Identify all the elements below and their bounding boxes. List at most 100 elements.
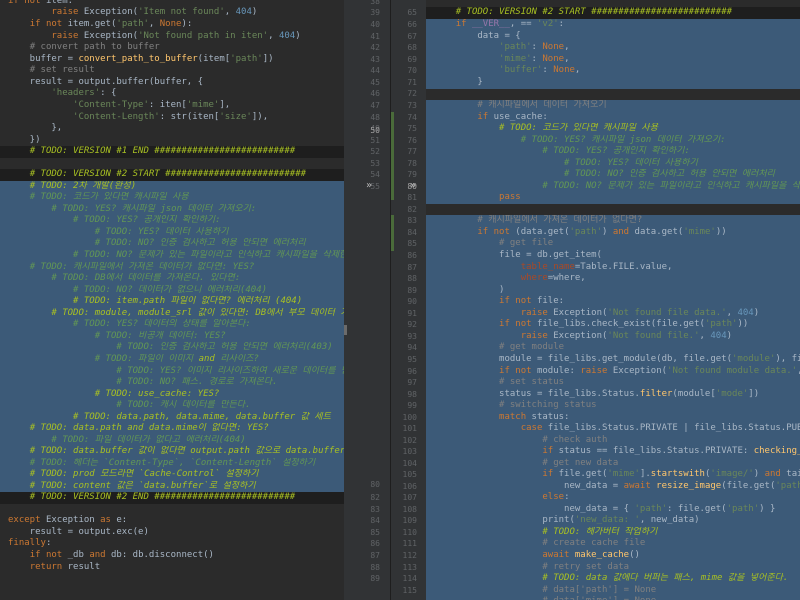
code-line[interactable]: # get new data	[426, 458, 800, 470]
right-code-pane[interactable]: # TODO: VERSION #2 START ###############…	[426, 0, 800, 600]
code-line[interactable]: # TODO: 캐시 데이터를 만든다.	[0, 400, 344, 412]
code-line[interactable]: # TODO: data.path, data.mime, data.buffe…	[0, 412, 344, 424]
expand-arrow-icon[interactable]: »	[410, 180, 416, 191]
code-line[interactable]: # TODO: YES? 데이터 사용하기	[426, 158, 800, 170]
code-line[interactable]: # TODO: VERSION #2 START ###############…	[0, 169, 344, 181]
code-line[interactable]: )	[426, 285, 800, 297]
code-line[interactable]: 'buffer': None,	[426, 65, 800, 77]
code-line[interactable]: # TODO: 2차 개발(완성)	[0, 181, 344, 193]
code-line[interactable]: if not module: raise Exception('Not foun…	[426, 366, 800, 378]
code-line[interactable]: pass	[426, 192, 800, 204]
code-line[interactable]: 'path': None,	[426, 42, 800, 54]
code-line[interactable]: if file.get('mime'].startswith('image/')…	[426, 469, 800, 481]
code-line[interactable]: where=where,	[426, 273, 800, 285]
code-line[interactable]: })	[0, 135, 344, 147]
code-line[interactable]: if not file:	[426, 296, 800, 308]
code-line[interactable]: # set result	[0, 65, 344, 77]
code-line[interactable]: # get module	[426, 342, 800, 354]
code-line[interactable]: }	[426, 77, 800, 89]
expand-arrow-icon[interactable]: »	[366, 180, 372, 191]
code-line[interactable]: 'Content-Length': str(iten['size']),	[0, 112, 344, 124]
code-line[interactable]: # data['mime'] = None	[426, 596, 800, 600]
code-line[interactable]: # TODO: use_cache: YES?	[0, 389, 344, 401]
code-line[interactable]: # switching status	[426, 400, 800, 412]
code-line[interactable]: if not file_libs.check_exist(file.get('p…	[426, 319, 800, 331]
code-line[interactable]: raise Exception('Not found path in iten'…	[0, 31, 344, 43]
code-line[interactable]: # check auth	[426, 435, 800, 447]
code-line[interactable]: # TODO: VERSION #2 END #################…	[0, 492, 344, 504]
code-line[interactable]: if not _db and db: db.disconnect()	[0, 550, 344, 562]
code-line[interactable]: raise Exception('Not found file.', 404)	[426, 331, 800, 343]
code-line[interactable]: data = {	[426, 31, 800, 43]
code-line[interactable]: # TODO: 코드가 있다면 캐시파일 사용	[0, 192, 344, 204]
code-line[interactable]: buffer = convert_path_to_buffer(item['pa…	[0, 54, 344, 66]
code-line[interactable]: # TODO: 인증 검사하고 허용 안되면 에러처리(403)	[0, 342, 344, 354]
code-line[interactable]: # TODO: NO? 문제가 있는 파일이라고 인식하고 캐시파일을 삭제한다…	[426, 181, 800, 193]
code-line[interactable]: else:	[426, 492, 800, 504]
code-line[interactable]: # TODO: 캐시파일에서 가져온 데이터가 없다면: YES?	[0, 262, 344, 274]
code-line[interactable]: await make_cache()	[426, 550, 800, 562]
code-line[interactable]: if status == file_libs.Status.PRIVATE: c…	[426, 446, 800, 458]
code-line[interactable]: result = output.exc(e)	[0, 527, 344, 539]
code-line[interactable]: # TODO: YES? 캐시파일 json 데이터 가져오기:	[0, 204, 344, 216]
code-line[interactable]: status = file_libs.Status.filter(module[…	[426, 389, 800, 401]
code-line[interactable]: 'Content-Type': iten['mime'],	[0, 100, 344, 112]
code-line[interactable]: # 캐시파일에서 가져온 데이터가 없다면?	[426, 215, 800, 227]
code-line[interactable]: # TODO: VERSION #2 START ###############…	[426, 7, 800, 19]
code-line[interactable]: # TODO: NO? 데이터가 없으니 에러처리(404)	[0, 285, 344, 297]
code-line[interactable]: except Exception as e:	[0, 515, 344, 527]
code-line[interactable]: # 캐시파일에서 데이터 가져오기	[426, 100, 800, 112]
code-line[interactable]: # TODO: NO? 인증 검사하고 허용 안되면 에러처리	[0, 238, 344, 250]
code-line[interactable]: # TODO: VERSION #1 END #################…	[0, 146, 344, 158]
code-line[interactable]: case file_libs.Status.PRIVATE | file_lib…	[426, 423, 800, 435]
code-line[interactable]: 'headers': {	[0, 88, 344, 100]
code-line[interactable]: # retry set data	[426, 562, 800, 574]
code-line[interactable]: # TODO: 파일이 이미지 and 리사이즈?	[0, 354, 344, 366]
code-line[interactable]: # TODO: NO? 인증 검사하고 허용 안되면 에러처리	[426, 169, 800, 181]
code-line[interactable]: return result	[0, 562, 344, 574]
code-line[interactable]: 'mime': None,	[426, 54, 800, 66]
code-line[interactable]: if use_cache:	[426, 112, 800, 124]
code-line[interactable]: if not item.get('path', None):	[0, 19, 344, 31]
code-line[interactable]: # data['path'] = None	[426, 585, 800, 597]
code-line[interactable]: # TODO: YES? 데이터 사용하기	[0, 227, 344, 239]
code-line[interactable]: raise Exception('Item not found', 404)	[0, 7, 344, 19]
code-line[interactable]: # TODO: data 값에다 버퍼는 패스, mime 값을 넣어준다.	[426, 573, 800, 585]
code-line[interactable]: # TODO: YES? 캐시파일 json 데이터 가져오기:	[426, 135, 800, 147]
code-line[interactable]: # TODO: YES? 이미지 리사이즈하여 새로운 데이터를 만든다.	[0, 366, 344, 378]
code-line[interactable]: # TODO: item.path 파일이 없다면? 에러처리 (404)	[0, 296, 344, 308]
code-line[interactable]: # get file	[426, 238, 800, 250]
code-line[interactable]: # TODO: NO? 문제가 있는 파일이라고 인식하고 캐시파일을 삭제한다…	[0, 250, 344, 262]
code-line[interactable]: # TODO: YES? 공개인지 확인하기:	[426, 146, 800, 158]
code-line[interactable]: # convert path to buffer	[0, 42, 344, 54]
code-line[interactable]: # TODO: DB에서 데이터를 가져온다. 있다면:	[0, 273, 344, 285]
code-line[interactable]: file = db.get_item(	[426, 250, 800, 262]
code-line[interactable]: raise Exception('Not found file data.', …	[426, 308, 800, 320]
code-line[interactable]: result = output.buffer(buffer, {	[0, 77, 344, 89]
code-line[interactable]: module = file_libs.get_module(db, file.g…	[426, 354, 800, 366]
code-line[interactable]: # TODO: prod 모드라면 `Cache-Control` 설정하기	[0, 469, 344, 481]
code-line[interactable]: print('new_data: ', new_data)	[426, 515, 800, 527]
code-line[interactable]: # TODO: content 값은 `data.buffer`로 설정하기	[0, 481, 344, 493]
code-line[interactable]: new_data = { 'path': file.get('path') }	[426, 504, 800, 516]
code-line[interactable]: # create cache file	[426, 538, 800, 550]
code-line[interactable]: # TODO: data.buffer 값이 없다면 output.path 값…	[0, 446, 344, 458]
code-line[interactable]: },	[0, 123, 344, 135]
code-line[interactable]: # TODO: NO? 패스. 경로로 가져온다.	[0, 377, 344, 389]
code-line[interactable]: # TODO: 파일 데이터가 없다고 에러처리(404)	[0, 435, 344, 447]
code-line[interactable]: if __VER__, == 'v2':	[426, 19, 800, 31]
code-line[interactable]: # TODO: 비공개 데이터: YES?	[0, 331, 344, 343]
left-code-pane[interactable]: if not item: raise Exception('Item not f…	[0, 0, 344, 600]
code-line[interactable]: # set status	[426, 377, 800, 389]
code-line[interactable]: # TODO: 헤가버터 작업하기	[426, 527, 800, 539]
code-line[interactable]: table_name=Table.FILE.value,	[426, 262, 800, 274]
code-line[interactable]: # TODO: module, module_srl 값이 있다면: DB에서 …	[0, 308, 344, 320]
code-line[interactable]: finally:	[0, 538, 344, 550]
code-line[interactable]: match status:	[426, 412, 800, 424]
code-line[interactable]: # TODO: 헤더는 `Content-Type`, `Content-Len…	[0, 458, 344, 470]
code-line[interactable]: if not (data.get('path') and data.get('m…	[426, 227, 800, 239]
code-line[interactable]: # TODO: 코드가 있다면 캐시파일 사용	[426, 123, 800, 135]
code-line[interactable]: # TODO: YES? 데이터의 상태를 알아본다:	[0, 319, 344, 331]
code-line[interactable]: new_data = await resize_image(file.get('…	[426, 481, 800, 493]
code-line[interactable]: # TODO: YES? 공개인지 확인하기:	[0, 215, 344, 227]
